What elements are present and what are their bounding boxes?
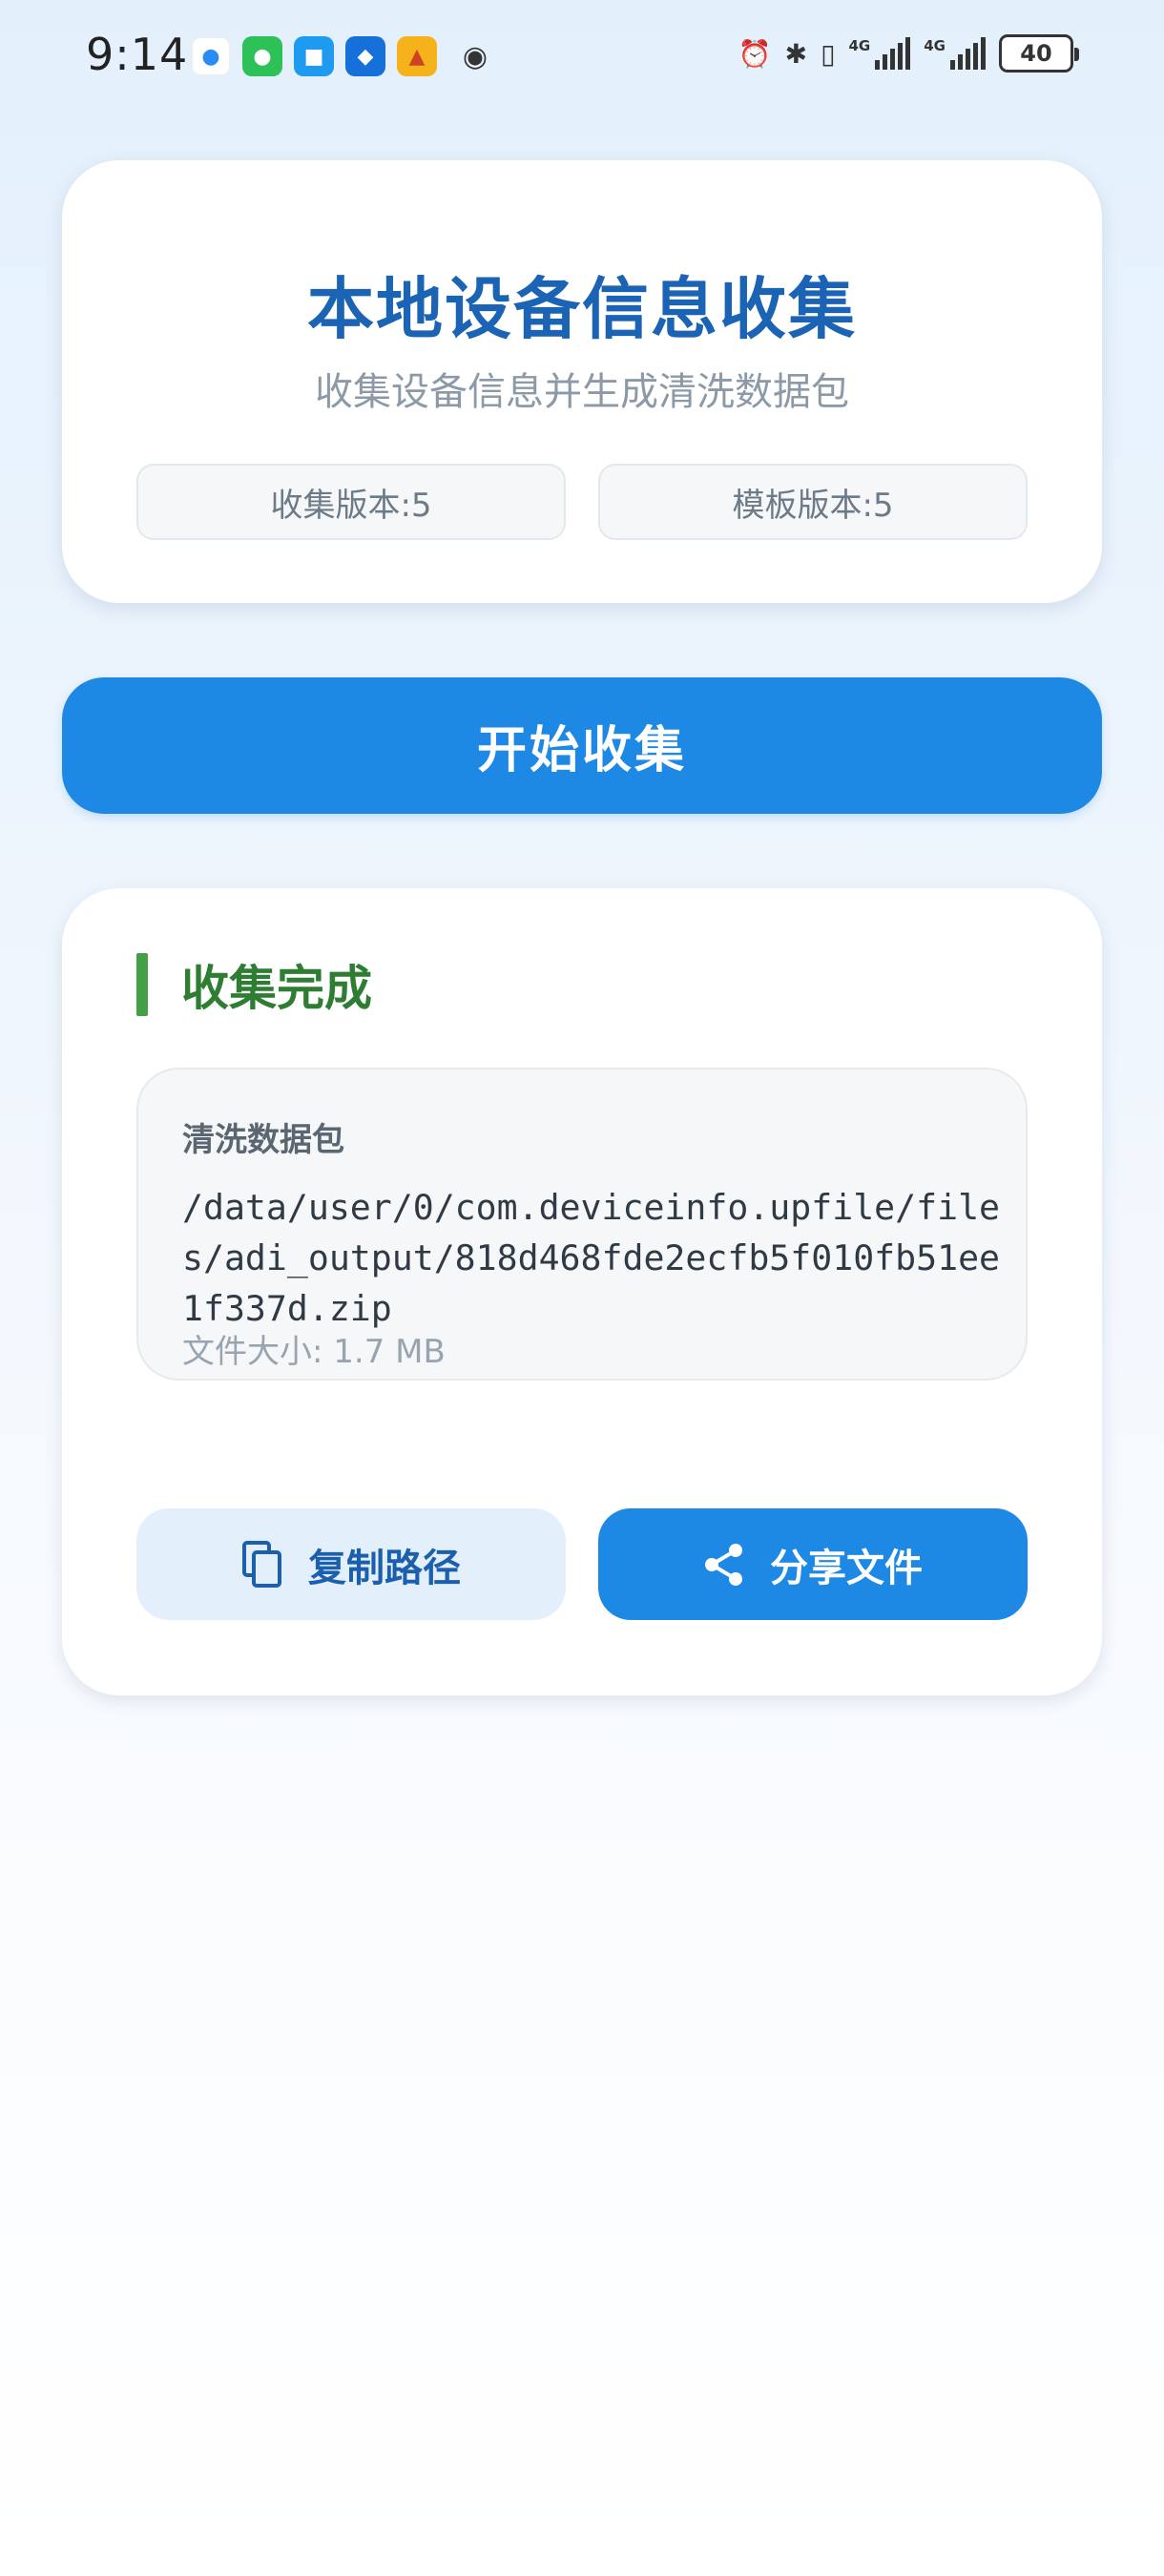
status-time: 9:14 (86, 29, 189, 80)
game-icon: ▲ (397, 36, 437, 76)
alarm-icon: ⏰ (738, 37, 772, 70)
copy-path-label: 复制路径 (308, 1546, 461, 1590)
page-title: 本地设备信息收集 (307, 270, 857, 348)
notification-icons: ● ● ■ ◆ ▲ ◉ (191, 36, 502, 76)
bluetooth-icon: ✱ (784, 37, 808, 70)
result-card: 收集完成 清洗数据包 /data/user/0/com.deviceinfo.u… (62, 888, 1102, 1695)
copy-path-button[interactable]: 复制路径 (136, 1508, 566, 1620)
package-path: /data/user/0/com.deviceinfo.upfile/files… (182, 1187, 1001, 1329)
share-icon (703, 1543, 745, 1587)
status-bar: 9:14 ● ● ■ ◆ ▲ ◉ ⏰ ✱ ▯ 4G 4G 40 (0, 0, 1164, 114)
app-store-icon: ◆ (345, 36, 385, 76)
page-subtitle: 收集设备信息并生成清洗数据包 (315, 370, 849, 414)
status-title: 收集完成 (181, 961, 372, 1016)
eye-icon: ◉ (462, 39, 488, 73)
system-icons: ⏰ ✱ ▯ 4G 4G 40 (738, 34, 1079, 73)
collect-version-badge: 收集版本:5 (136, 464, 566, 540)
copy-icon (241, 1540, 283, 1589)
share-file-label: 分享文件 (770, 1546, 923, 1590)
signal-1-icon: 4G (849, 37, 911, 70)
status-accent-bar (136, 953, 148, 1016)
vibrate-icon: ▯ (821, 37, 836, 70)
template-version-badge: 模板版本:5 (598, 464, 1028, 540)
package-info-box: 清洗数据包 /data/user/0/com.deviceinfo.upfile… (136, 1068, 1028, 1381)
wechat-icon: ● (242, 36, 282, 76)
file-size: 文件大小: 1.7 MB (182, 1333, 446, 1371)
header-card: 本地设备信息收集 收集设备信息并生成清洗数据包 收集版本:5 模板版本:5 (62, 160, 1102, 603)
package-label: 清洗数据包 (182, 1121, 344, 1159)
messages-icon: ■ (294, 36, 334, 76)
bubble-app-icon: ● (191, 36, 231, 76)
share-file-button[interactable]: 分享文件 (598, 1508, 1028, 1620)
battery-icon: 40 (999, 34, 1079, 73)
start-collect-button[interactable]: 开始收集 (62, 677, 1102, 814)
signal-2-icon: 4G (924, 37, 986, 70)
